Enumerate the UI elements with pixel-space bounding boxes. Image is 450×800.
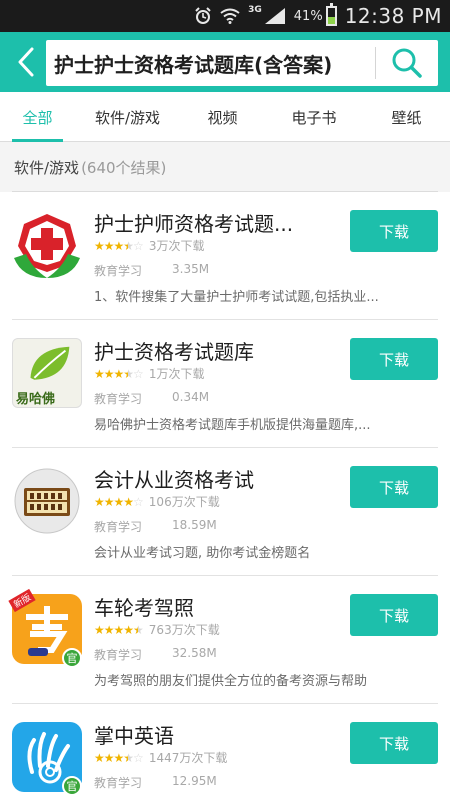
results-count: (640个结果) bbox=[81, 158, 167, 177]
list-item[interactable]: 新版 官 车轮考驾照 ★★★★★ 763万次下载 教育学习 32.58M 为考驾… bbox=[8, 576, 438, 704]
list-item[interactable]: 护士护师资格考试题... ★★★★☆ 3万次下载 教育学习 3.35M 1、软件… bbox=[12, 192, 438, 320]
tab-ebook[interactable]: 电子书 bbox=[265, 92, 363, 142]
rating-row: ★★★★☆ 106万次下载 bbox=[94, 493, 220, 510]
list-item[interactable]: 官 掌中英语 ★★★★☆ 1447万次下载 教育学习 12.95M 下载 bbox=[12, 704, 438, 800]
download-button[interactable]: 下载 bbox=[350, 210, 438, 252]
tab-all[interactable]: 全部 bbox=[0, 92, 75, 142]
official-badge: 官 bbox=[62, 776, 82, 796]
network-type: 3G bbox=[248, 5, 262, 15]
download-count: 1447万次下载 bbox=[148, 751, 228, 765]
app-category: 教育学习 bbox=[94, 648, 143, 662]
red-cross-hands-icon bbox=[12, 210, 82, 280]
tab-wallpaper[interactable]: 壁纸 bbox=[363, 92, 450, 142]
meta-row: 教育学习 0.34M bbox=[94, 390, 209, 407]
tab-video[interactable]: 视频 bbox=[180, 92, 265, 142]
meta-row: 教育学习 3.35M bbox=[94, 262, 209, 279]
icon-caption: 易哈佛 bbox=[16, 392, 56, 407]
battery-icon bbox=[325, 3, 337, 26]
star-rating: ★★★★☆ bbox=[94, 494, 144, 509]
rating-row: ★★★★☆ 3万次下载 bbox=[94, 237, 204, 254]
rating-row: ★★★★☆ 1万次下载 bbox=[94, 365, 204, 382]
meta-row: 教育学习 32.58M bbox=[94, 646, 217, 663]
rating-row: ★★★★☆ 1447万次下载 bbox=[94, 749, 227, 766]
app-size: 0.34M bbox=[172, 390, 210, 404]
star-rating: ★★★★☆ bbox=[94, 238, 144, 253]
list-item[interactable]: 易哈佛 护士资格考试题库 ★★★★☆ 1万次下载 教育学习 0.34M 易哈佛护… bbox=[12, 320, 438, 448]
app-size: 32.58M bbox=[172, 646, 217, 660]
battery-percent: 41% bbox=[293, 8, 323, 24]
app-description: 1、软件搜集了大量护士护师考试试题,包括执业... bbox=[94, 290, 379, 305]
download-count: 3万次下载 bbox=[148, 239, 205, 253]
search-input[interactable]: 护士护士资格考试题库(含答案) bbox=[46, 49, 375, 78]
app-description: 会计从业考试习题, 助你考试金榜题名 bbox=[94, 546, 311, 561]
star-rating: ★★★★☆ bbox=[94, 750, 144, 765]
app-description: 为考驾照的朋友们提供全方位的备考资源与帮助 bbox=[94, 674, 368, 689]
star-rating: ★★★★☆ bbox=[94, 366, 144, 381]
meta-row: 教育学习 18.59M bbox=[94, 518, 217, 535]
app-list: 护士护师资格考试题... ★★★★☆ 3万次下载 教育学习 3.35M 1、软件… bbox=[0, 192, 450, 800]
tab-software-games[interactable]: 软件/游戏 bbox=[75, 92, 180, 142]
app-name: 车轮考驾照 bbox=[94, 596, 194, 620]
rating-row: ★★★★★ 763万次下载 bbox=[94, 621, 220, 638]
app-size: 3.35M bbox=[172, 262, 210, 276]
app-category: 教育学习 bbox=[94, 776, 143, 790]
app-name: 护士护师资格考试题... bbox=[94, 212, 294, 236]
results-category: 软件/游戏 bbox=[14, 158, 80, 177]
download-button[interactable]: 下载 bbox=[350, 338, 438, 380]
app-size: 18.59M bbox=[172, 518, 217, 532]
official-badge: 官 bbox=[62, 648, 82, 668]
download-button[interactable]: 下载 bbox=[350, 722, 438, 764]
abacus-icon bbox=[12, 466, 82, 536]
meta-row: 教育学习 12.95M bbox=[94, 774, 217, 791]
app-description: 易哈佛护士资格考试题库手机版提供海量题库,... bbox=[94, 418, 371, 433]
list-item[interactable]: 会计从业资格考试 ★★★★☆ 106万次下载 教育学习 18.59M 会计从业考… bbox=[12, 448, 438, 576]
search-button[interactable] bbox=[376, 40, 438, 86]
signal-icon bbox=[264, 7, 286, 25]
app-name: 会计从业资格考试 bbox=[94, 468, 254, 492]
category-tabs: 全部 软件/游戏 视频 电子书 壁纸 bbox=[0, 92, 450, 142]
search-icon bbox=[392, 48, 422, 78]
clock: 12:38 PM bbox=[344, 4, 442, 28]
download-count: 1万次下载 bbox=[148, 367, 205, 381]
search-header: 护士护士资格考试题库(含答案) bbox=[0, 32, 450, 92]
app-category: 教育学习 bbox=[94, 392, 143, 406]
results-header: 软件/游戏 (640个结果) bbox=[0, 142, 450, 192]
star-rating: ★★★★★ bbox=[94, 622, 144, 637]
alarm-icon bbox=[194, 7, 212, 25]
app-category: 教育学习 bbox=[94, 520, 143, 534]
app-name: 掌中英语 bbox=[94, 724, 174, 748]
download-count: 763万次下载 bbox=[148, 623, 220, 637]
back-button[interactable] bbox=[8, 42, 44, 82]
app-size: 12.95M bbox=[172, 774, 217, 788]
download-count: 106万次下载 bbox=[148, 495, 220, 509]
wifi-icon bbox=[220, 8, 240, 24]
app-category: 教育学习 bbox=[94, 264, 143, 278]
status-bar: 3G 41% 12:38 PM bbox=[0, 0, 450, 32]
search-box: 护士护士资格考试题库(含答案) bbox=[46, 40, 438, 86]
app-name: 护士资格考试题库 bbox=[94, 340, 254, 364]
download-button[interactable]: 下载 bbox=[350, 466, 438, 508]
chevron-left-icon bbox=[18, 47, 34, 77]
download-button[interactable]: 下载 bbox=[350, 594, 438, 636]
